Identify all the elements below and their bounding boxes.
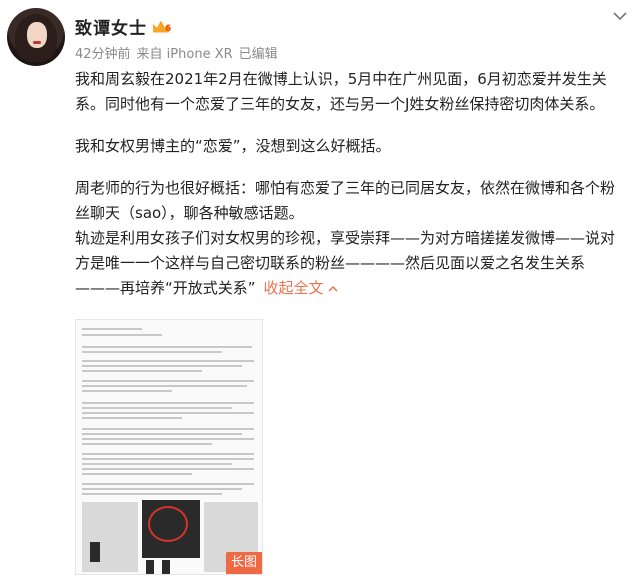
long-image-badge: 长图 bbox=[225, 552, 262, 574]
edited-label[interactable]: 已编辑 bbox=[239, 43, 278, 62]
chevron-down-icon bbox=[613, 11, 627, 20]
author-name[interactable]: 致谭女士 bbox=[75, 14, 147, 39]
post-paragraph-4: 轨迹是利用女孩子们对女权男的珍视，享受崇拜——为对方暗搓搓发微博——说对方是唯一… bbox=[75, 226, 625, 301]
vip-crown-icon: 6 bbox=[153, 19, 175, 35]
post-paragraph-3: 周老师的行为也很好概括：哪怕有恋爱了三年的已同居女友，依然在微博和各个粉丝聊天（… bbox=[75, 179, 616, 222]
chevron-up-icon bbox=[328, 285, 338, 292]
post-time[interactable]: 42分钟前 bbox=[75, 43, 131, 62]
post-content: 我和周玄毅在2021年2月在微博上认识，5月中在广州见面，6月初恋爱并发生关系。… bbox=[75, 67, 625, 301]
more-button[interactable] bbox=[608, 8, 632, 24]
collapse-text-link[interactable]: 收起全文 bbox=[264, 279, 338, 297]
post-paragraph-4-text: 轨迹是利用女孩子们对女权男的珍视，享受崇拜——为对方暗搓搓发微博——说对方是唯一… bbox=[75, 229, 616, 297]
long-image-thumbnail[interactable]: 长图 bbox=[75, 319, 263, 575]
post-paragraph-2: 我和女权男博主的“恋爱”，没想到这么好概括。 bbox=[75, 137, 391, 155]
author-row: 致谭女士 6 bbox=[75, 14, 175, 39]
avatar[interactable] bbox=[7, 8, 65, 66]
collapse-text-label: 收起全文 bbox=[263, 279, 324, 297]
weibo-post: 致谭女士 6 42分钟前 来自 iPhone XR 已编辑 我和周玄毅在2021… bbox=[0, 0, 640, 584]
post-source: 来自 iPhone XR bbox=[136, 47, 233, 62]
post-meta: 42分钟前 来自 iPhone XR 已编辑 bbox=[75, 43, 278, 62]
post-paragraph-1: 我和周玄毅在2021年2月在微博上认识，5月中在广州见面，6月初恋爱并发生关系。… bbox=[75, 70, 607, 113]
